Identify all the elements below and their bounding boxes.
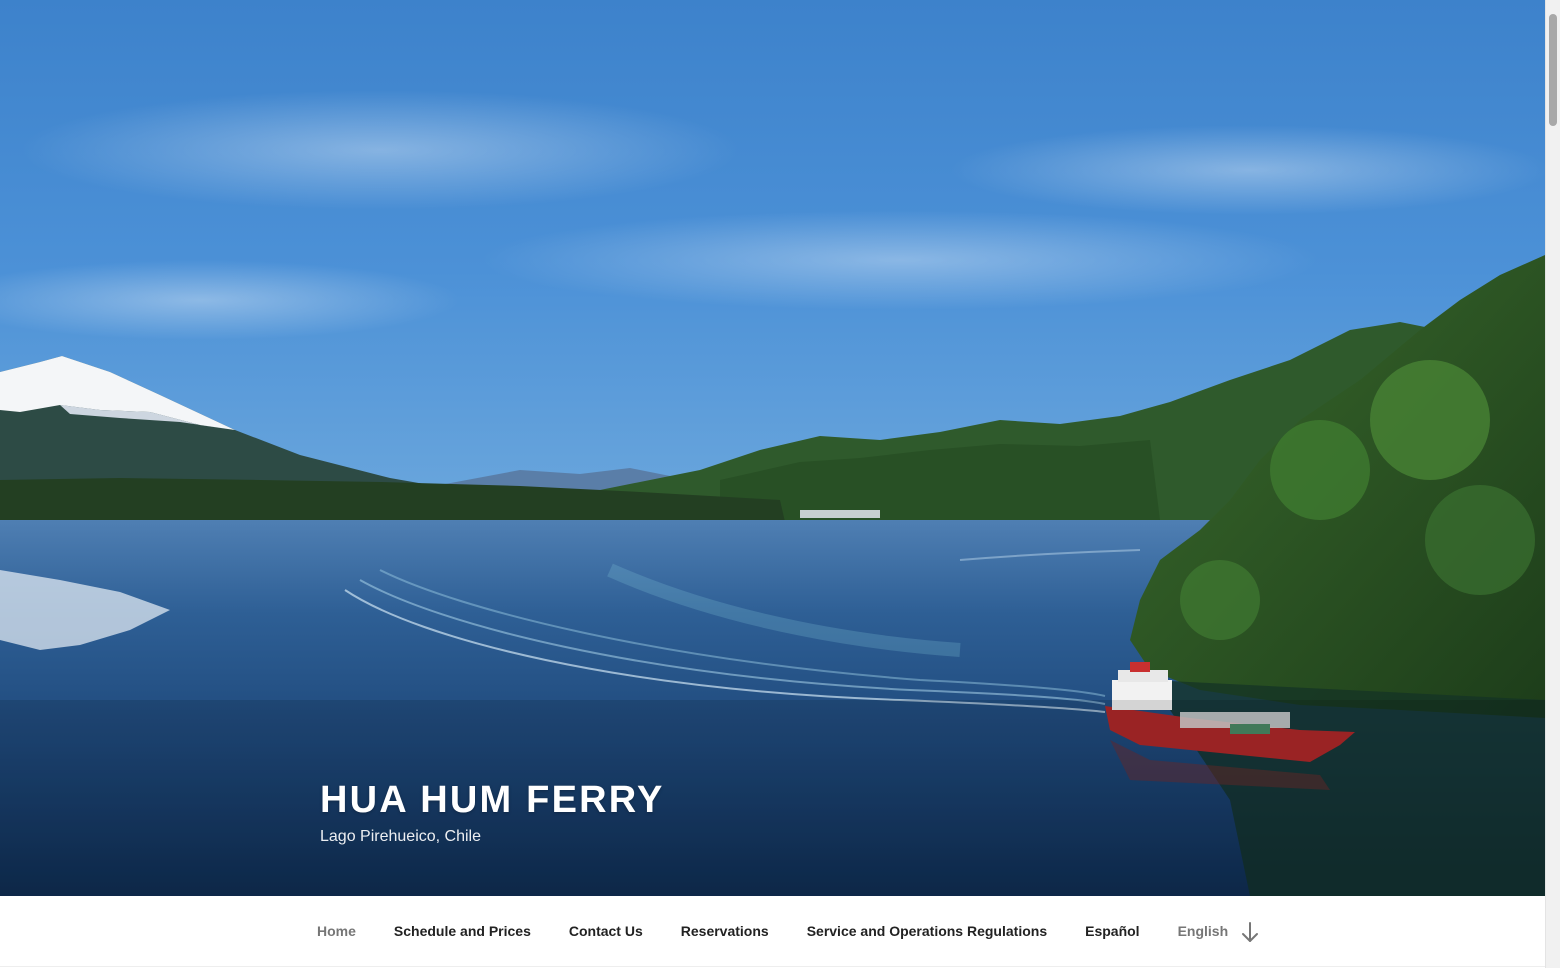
nav-menu: Home Schedule and Prices Contact Us Rese… (298, 896, 1247, 966)
hero-header: HUA HUM FERRY Lago Pirehueico, Chile (0, 0, 1545, 896)
hero-image (0, 0, 1545, 896)
site-description: Lago Pirehueico, Chile (320, 828, 481, 845)
arrow-down-icon[interactable] (1240, 921, 1260, 945)
scrollbar-thumb[interactable] (1549, 14, 1557, 126)
nav-item-contact-us[interactable]: Contact Us (550, 921, 662, 941)
page: HUA HUM FERRY Lago Pirehueico, Chile Hom… (0, 0, 1560, 968)
main-navigation: Home Schedule and Prices Contact Us Rese… (0, 896, 1545, 967)
nav-item-english[interactable]: English (1159, 921, 1248, 941)
nav-item-service-regulations[interactable]: Service and Operations Regulations (788, 921, 1066, 941)
page-scrollbar[interactable] (1545, 0, 1560, 968)
site-title[interactable]: HUA HUM FERRY (320, 778, 665, 822)
nav-item-schedule-and-prices[interactable]: Schedule and Prices (375, 921, 550, 941)
nav-item-espanol[interactable]: Español (1066, 921, 1158, 941)
nav-item-reservations[interactable]: Reservations (662, 921, 788, 941)
site-branding: HUA HUM FERRY Lago Pirehueico, Chile (320, 778, 665, 847)
nav-item-home[interactable]: Home (298, 921, 375, 941)
